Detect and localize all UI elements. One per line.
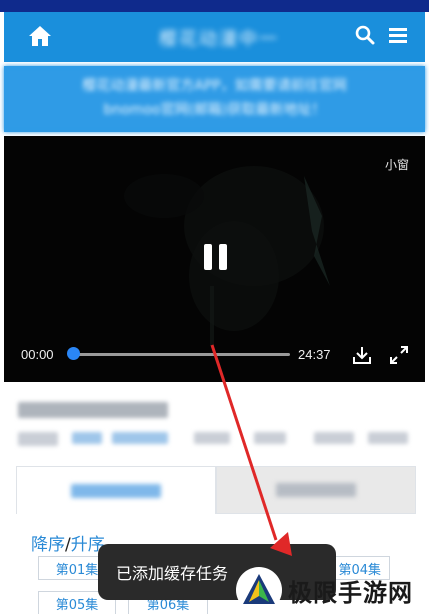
progress-thumb[interactable]	[67, 347, 80, 360]
tab-source-1[interactable]	[16, 466, 216, 514]
notice-line-1: 樱花动漫最新官方APP，如需要请前往官网	[82, 78, 347, 94]
menu-icon[interactable]	[389, 25, 407, 45]
meta-value-blurred	[254, 432, 286, 444]
toast-text: 已添加缓存任务	[116, 564, 229, 583]
meta-value-blurred	[368, 432, 408, 444]
sort-desc-button[interactable]: 降序	[31, 535, 65, 555]
fullscreen-icon[interactable]	[389, 345, 409, 365]
download-icon[interactable]	[352, 345, 372, 365]
notice-line-2: bnomoo官网(邮箱)获取最新地址！	[103, 102, 326, 118]
progress-track[interactable]	[74, 353, 290, 356]
anime-info-section	[4, 382, 425, 468]
duration-time: 24:37	[298, 347, 331, 362]
search-icon[interactable]	[355, 25, 375, 45]
current-time: 00:00	[21, 347, 54, 362]
video-player[interactable]: 小窗 00:00 24:37	[4, 136, 425, 382]
watermark-text: 极限手游网	[288, 578, 413, 607]
status-strip	[0, 0, 429, 12]
mini-window-button[interactable]: 小窗	[385, 156, 409, 173]
anime-title-blurred	[18, 402, 168, 418]
home-icon[interactable]	[28, 25, 52, 47]
meta-label-blurred	[194, 432, 230, 444]
meta-label-blurred	[314, 432, 354, 444]
tab-source-1-label	[71, 483, 161, 498]
notice-text: 樱花动漫最新官方APP，如需要请前往官网 bnomoo官网(邮箱)获取最新地址！	[4, 66, 425, 132]
top-navbar: 樱花动漫中一	[4, 12, 425, 62]
app-screen: 樱花动漫中一 樱花动漫最新官方APP，如需要请前往官网 bnomoo官网(邮箱)…	[0, 0, 429, 614]
tab-source-2-label	[276, 483, 356, 497]
sort-toggle: 降序/升序	[31, 530, 105, 555]
tab-source-2[interactable]	[216, 466, 416, 514]
meta-tag-blurred	[72, 432, 102, 444]
watermark-logo	[236, 567, 282, 613]
watermark: 极限手游网	[236, 566, 429, 614]
meta-label-blurred	[18, 432, 58, 446]
meta-tag-blurred	[112, 432, 168, 444]
pause-icon[interactable]	[204, 244, 230, 270]
site-title[interactable]: 樱花动漫中一	[144, 25, 294, 50]
source-tabs	[16, 466, 416, 514]
